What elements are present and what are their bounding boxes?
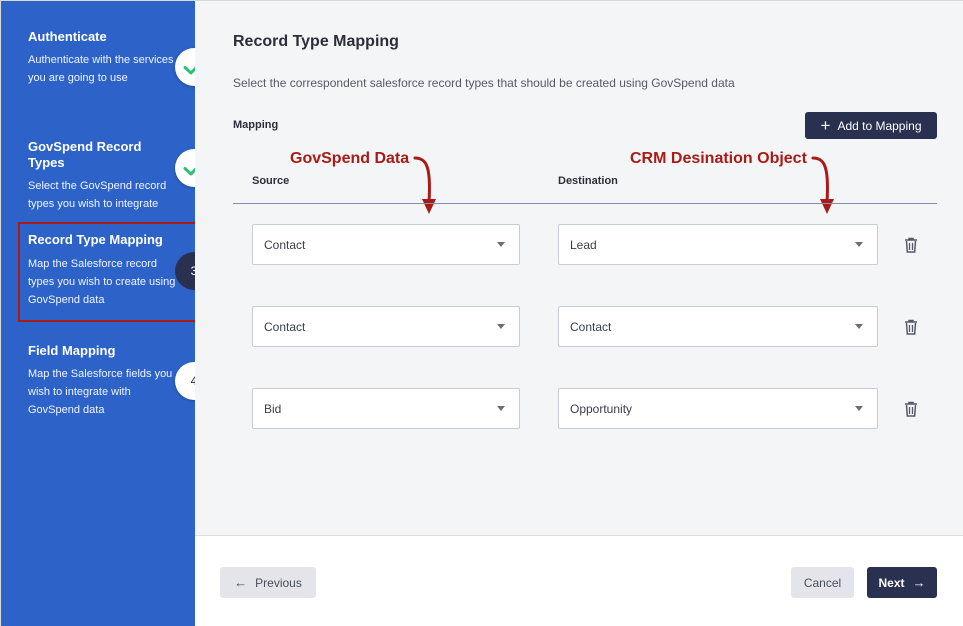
step-field-mapping[interactable]: Field Mapping Map the Salesforce fields … [28, 343, 178, 419]
step-description: Select the GovSpend record types you wis… [28, 180, 167, 210]
trash-icon[interactable] [904, 237, 918, 253]
chevron-down-icon [855, 406, 863, 411]
step-govspend-record-types[interactable]: GovSpend Record Types Select the GovSpen… [28, 139, 178, 213]
source-select-value: Contact [264, 237, 306, 252]
column-header-source: Source [252, 175, 290, 187]
previous-label: Previous [255, 575, 302, 590]
step-description: Authenticate with the services you are g… [28, 54, 174, 84]
destination-select-value: Contact [570, 319, 612, 334]
wizard-window: Authenticate Authenticate with the servi… [0, 0, 963, 626]
chevron-down-icon [497, 242, 505, 247]
trash-icon[interactable] [904, 401, 918, 417]
chevron-down-icon [855, 324, 863, 329]
page-subtitle: Select the correspondent salesforce reco… [233, 76, 735, 90]
main-panel: Record Type Mapping Select the correspon… [195, 1, 963, 535]
source-select[interactable]: Contact [252, 224, 520, 265]
source-select[interactable]: Contact [252, 306, 520, 347]
trash-icon[interactable] [904, 319, 918, 335]
source-select-value: Contact [264, 319, 306, 334]
annotation-arrow-icon [413, 156, 436, 214]
destination-select[interactable]: Opportunity [558, 388, 878, 429]
wizard-footer: ← Previous Cancel Next → [195, 535, 963, 626]
annotation-arrow-icon [811, 156, 834, 214]
arrow-right-icon: → [912, 575, 926, 590]
step-title: Field Mapping [28, 343, 116, 358]
next-button[interactable]: Next → [867, 567, 937, 598]
column-header-destination: Destination [558, 175, 618, 187]
page-title: Record Type Mapping [233, 33, 399, 50]
destination-select-value: Lead [570, 237, 597, 252]
source-select-value: Bid [264, 401, 282, 416]
cancel-button[interactable]: Cancel [791, 567, 854, 598]
mapping-label: Mapping [233, 119, 279, 131]
step-description: Map the Salesforce fields you wish to in… [28, 368, 173, 416]
step-title: GovSpend Record Types [28, 139, 142, 170]
header-divider [233, 203, 937, 204]
previous-button[interactable]: ← Previous [220, 567, 316, 598]
next-label: Next [878, 575, 905, 590]
destination-select[interactable]: Lead [558, 224, 878, 265]
arrow-left-icon: ← [234, 575, 248, 590]
step-title: Authenticate [28, 29, 107, 44]
cancel-label: Cancel [803, 575, 842, 590]
destination-select-value: Opportunity [570, 401, 633, 416]
add-to-mapping-button[interactable]: + Add to Mapping [805, 112, 937, 139]
chevron-down-icon [855, 242, 863, 247]
step-authenticate[interactable]: Authenticate Authenticate with the servi… [28, 29, 178, 87]
annotation-source: GovSpend Data [290, 150, 410, 167]
add-to-mapping-label: Add to Mapping [837, 118, 922, 133]
destination-select[interactable]: Contact [558, 306, 878, 347]
chevron-down-icon [497, 406, 505, 411]
chevron-down-icon [497, 324, 505, 329]
plus-icon: + [820, 116, 831, 135]
source-select[interactable]: Bid [252, 388, 520, 429]
annotation-destination: CRM Desination Object [630, 150, 807, 167]
